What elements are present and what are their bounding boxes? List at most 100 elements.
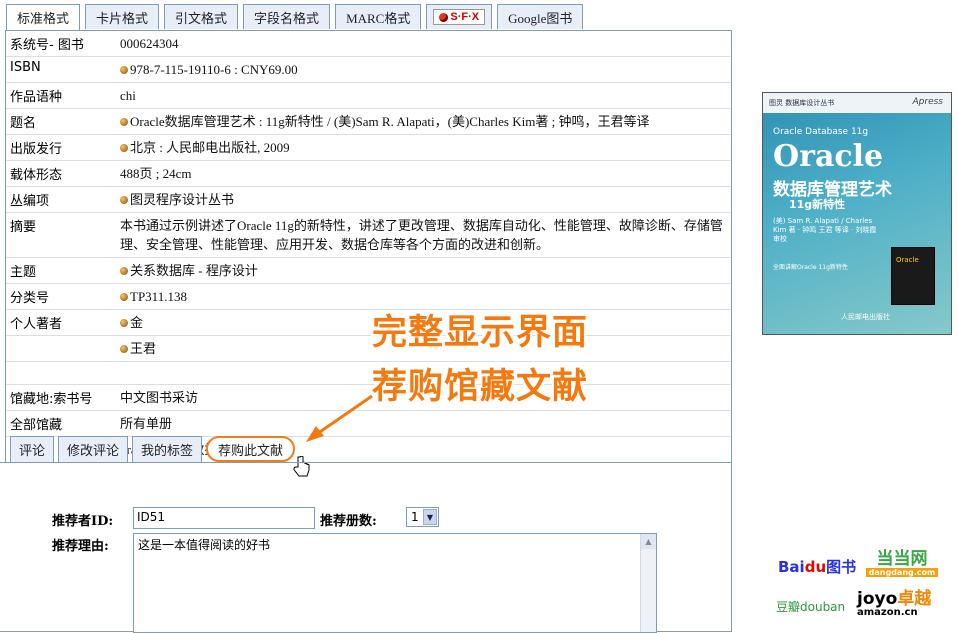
baidu-books-logo[interactable]: Baidu图书 [778, 556, 856, 577]
textarea-scrollbar[interactable]: ▲ [640, 534, 656, 632]
record-field-label: 作品语种 [10, 90, 63, 105]
record-field-label [6, 336, 116, 342]
record-field-value[interactable]: Oracle数据库管理艺术 : 11g新特性 / (美)Sam R. Alapa… [116, 109, 731, 134]
record-row: 摘要 本书通过示例讲述了Oracle 11g的新特性，讲述了更改管理、数据库自动化… [6, 213, 731, 258]
record-field-text: TP311.138 [130, 289, 187, 304]
link-bullet-icon [120, 118, 128, 126]
action-tabs: 评论 修改评论 我的标签 荐购此文献 [10, 436, 296, 462]
record-field-label: 系统号- 图书 [10, 38, 84, 53]
link-bullet-icon [120, 293, 128, 301]
record-field-text: 中文图书采访 [120, 390, 199, 405]
record-field-value: chi [116, 83, 731, 108]
link-bullet-icon [120, 345, 128, 353]
link-bullet-icon [120, 319, 128, 327]
tab-edit-comment[interactable]: 修改评论 [58, 436, 129, 462]
record-row: 系统号- 图书 000624304 [6, 31, 731, 57]
link-bullet-icon [120, 196, 128, 204]
record-field-text: 图灵程序设计丛书 [130, 192, 235, 207]
annotation-line-2: 荐购馆藏文献 [372, 367, 589, 407]
cover-points: 全面讲解Oracle 11g新特性 [773, 264, 848, 271]
copies-label: 推荐册数: [320, 514, 377, 529]
record-row: 个人著者 金 [6, 310, 731, 336]
record-field-text: 王君 [130, 341, 157, 356]
record-row: 主题 关系数据库 - 程序设计 [6, 258, 731, 284]
record-field-text: 关系数据库 - 程序设计 [130, 263, 258, 278]
record-field-label: 分类号 [10, 291, 50, 306]
record-field-value[interactable]: 978-7-115-19110-6 : CNY69.00 [116, 57, 731, 82]
tab-citation-format[interactable]: 引文格式 [164, 4, 239, 29]
record-field-label: 摘要 [10, 220, 37, 235]
tab-google-books[interactable]: Google图书 [497, 4, 584, 29]
record-field-label: 全部馆藏 [10, 418, 63, 433]
dangdang-logo[interactable]: 当当网 dangdang.com [866, 550, 938, 578]
record-row: 题名 Oracle数据库管理艺术 : 11g新特性 / (美)Sam R. Ala… [6, 109, 731, 135]
cover-series: 图灵 数据库设计丛书 [769, 99, 835, 107]
record-row: 王君 [6, 336, 731, 362]
record-row [6, 362, 731, 385]
record-field-label: 丛编项 [10, 194, 50, 209]
record-field-text: 488页 ; 24cm [120, 166, 192, 181]
reason-textarea[interactable]: 这是一本值得阅读的好书 ▲ [133, 533, 657, 633]
book-cover[interactable]: 图灵 数据库设计丛书 Apress Oracle Database 11g Or… [762, 92, 952, 335]
tab-my-tags[interactable]: 我的标签 [132, 436, 203, 462]
tab-standard-format[interactable]: 标准格式 [6, 4, 81, 31]
record-field-label: 个人著者 [10, 317, 63, 332]
record-field-value[interactable]: 关系数据库 - 程序设计 [116, 258, 731, 283]
format-tabs: 标准格式 卡片格式 引文格式 字段名格式 MARC格式 S·F·X Google… [6, 4, 584, 31]
cover-title-en: Oracle [773, 139, 884, 174]
record-row: 出版发行 北京 : 人民邮电出版社, 2009 [6, 135, 731, 161]
record-field-label: 题名 [10, 116, 37, 131]
record-field-text: 北京 : 人民邮电出版社, 2009 [130, 140, 290, 155]
copies-value: 1 [411, 510, 419, 524]
tab-sfx[interactable]: S·F·X [426, 4, 493, 29]
record-row: 作品语种 chi [6, 83, 731, 109]
record-field-value[interactable]: 图灵程序设计丛书 [116, 187, 731, 212]
record-field-label: 载体形态 [10, 168, 63, 183]
record-row: ISBN 978-7-115-19110-6 : CNY69.00 [6, 57, 731, 83]
record-field-text: Oracle数据库管理艺术 : 11g新特性 / (美)Sam R. Alapa… [130, 114, 650, 129]
tab-card-format[interactable]: 卡片格式 [85, 4, 160, 29]
record-row: 丛编项 图灵程序设计丛书 [6, 187, 731, 213]
tab-recommend-purchase[interactable]: 荐购此文献 [206, 436, 296, 462]
cover-authors: (美) Sam R. Alapati / Charles Kim 著 · 钟鸣 … [773, 217, 877, 243]
joyo-amazon-logo[interactable]: joyo卓越 amazon.cn [857, 584, 931, 618]
tab-marc-format[interactable]: MARC格式 [335, 4, 422, 29]
link-bullet-icon [120, 66, 128, 74]
sfx-logo-icon: S·F·X [433, 9, 486, 25]
record-field-text: 000624304 [120, 36, 179, 51]
record-field-text: 本书通过示例讲述了Oracle 11g的新特性，讲述了更改管理、数据库自动化、性… [120, 218, 723, 252]
record-field-value: 000624304 [116, 31, 731, 56]
record-field-text: 978-7-115-19110-6 : CNY69.00 [130, 62, 298, 77]
reason-text: 这是一本值得阅读的好书 [138, 538, 271, 552]
record-row: 分类号 TP311.138 [6, 284, 731, 310]
cover-brand: Apress [912, 97, 944, 107]
record-field-value: 488页 ; 24cm [116, 161, 731, 186]
recommend-panel: 推荐者ID: ID51 推荐册数: 1 ▼ 推荐理由: 这是一本值得阅读的好书 … [0, 462, 732, 633]
cover-subtitle-cn: 11g新特性 [789, 198, 846, 211]
annotation-arrow [306, 394, 373, 442]
record-field-value[interactable]: 北京 : 人民邮电出版社, 2009 [116, 135, 731, 160]
record-row: 载体形态 488页 ; 24cm [6, 161, 731, 187]
chevron-down-icon: ▼ [423, 509, 437, 525]
link-bullet-icon [120, 144, 128, 152]
record-field-label: ISBN [10, 60, 41, 75]
recommender-id-label: 推荐者ID: [52, 514, 114, 529]
copies-select[interactable]: 1 ▼ [406, 507, 439, 527]
tab-field-name-format[interactable]: 字段名格式 [243, 4, 331, 29]
record-field-text: 金 [130, 315, 144, 330]
annotation-line-1: 完整显示界面 [372, 313, 589, 353]
tab-comment[interactable]: 评论 [10, 436, 55, 462]
reason-label: 推荐理由: [52, 539, 109, 554]
link-bullet-icon [120, 267, 128, 275]
cover-mini-book: Oracle [891, 247, 935, 305]
record-field-label: 馆藏地:索书号 [10, 392, 93, 407]
scroll-up-icon[interactable]: ▲ [641, 534, 656, 549]
record-field-text: 所有单册 [120, 416, 173, 431]
record-field-value: 所有单册 [116, 411, 731, 436]
recommender-id-input[interactable]: ID51 [133, 507, 315, 529]
record-field-value: 本书通过示例讲述了Oracle 11g的新特性，讲述了更改管理、数据库自动化、性… [116, 213, 731, 257]
cover-press: 人民邮电出版社 [841, 313, 890, 321]
douban-logo[interactable]: 豆瓣douban [776, 598, 845, 615]
record-field-label [6, 362, 116, 368]
record-field-label: 主题 [10, 265, 37, 280]
